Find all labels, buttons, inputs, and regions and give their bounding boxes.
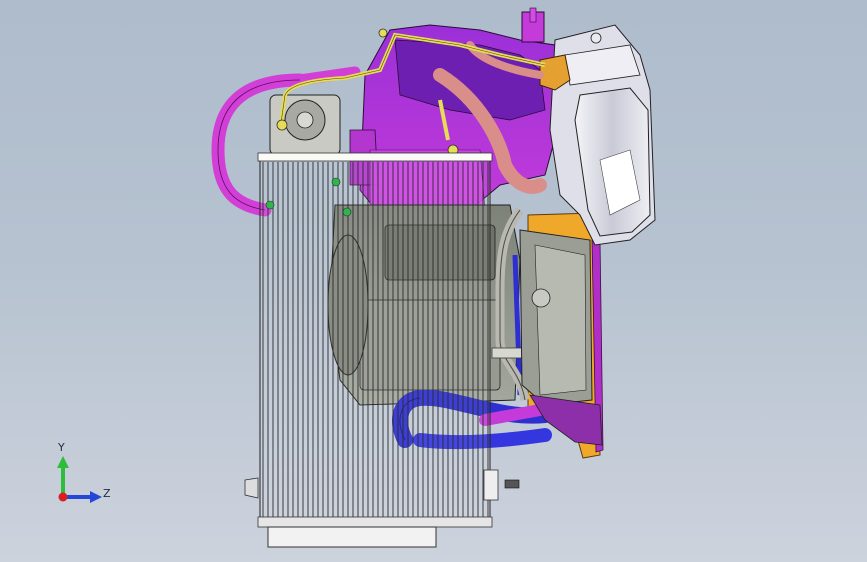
condenser-core[interactable] [244, 152, 520, 548]
y-axis-label: Y [58, 441, 65, 454]
z-axis-label: Z [103, 487, 111, 500]
assembly-model[interactable] [0, 0, 867, 562]
cad-viewport[interactable]: Y Z [0, 0, 867, 562]
